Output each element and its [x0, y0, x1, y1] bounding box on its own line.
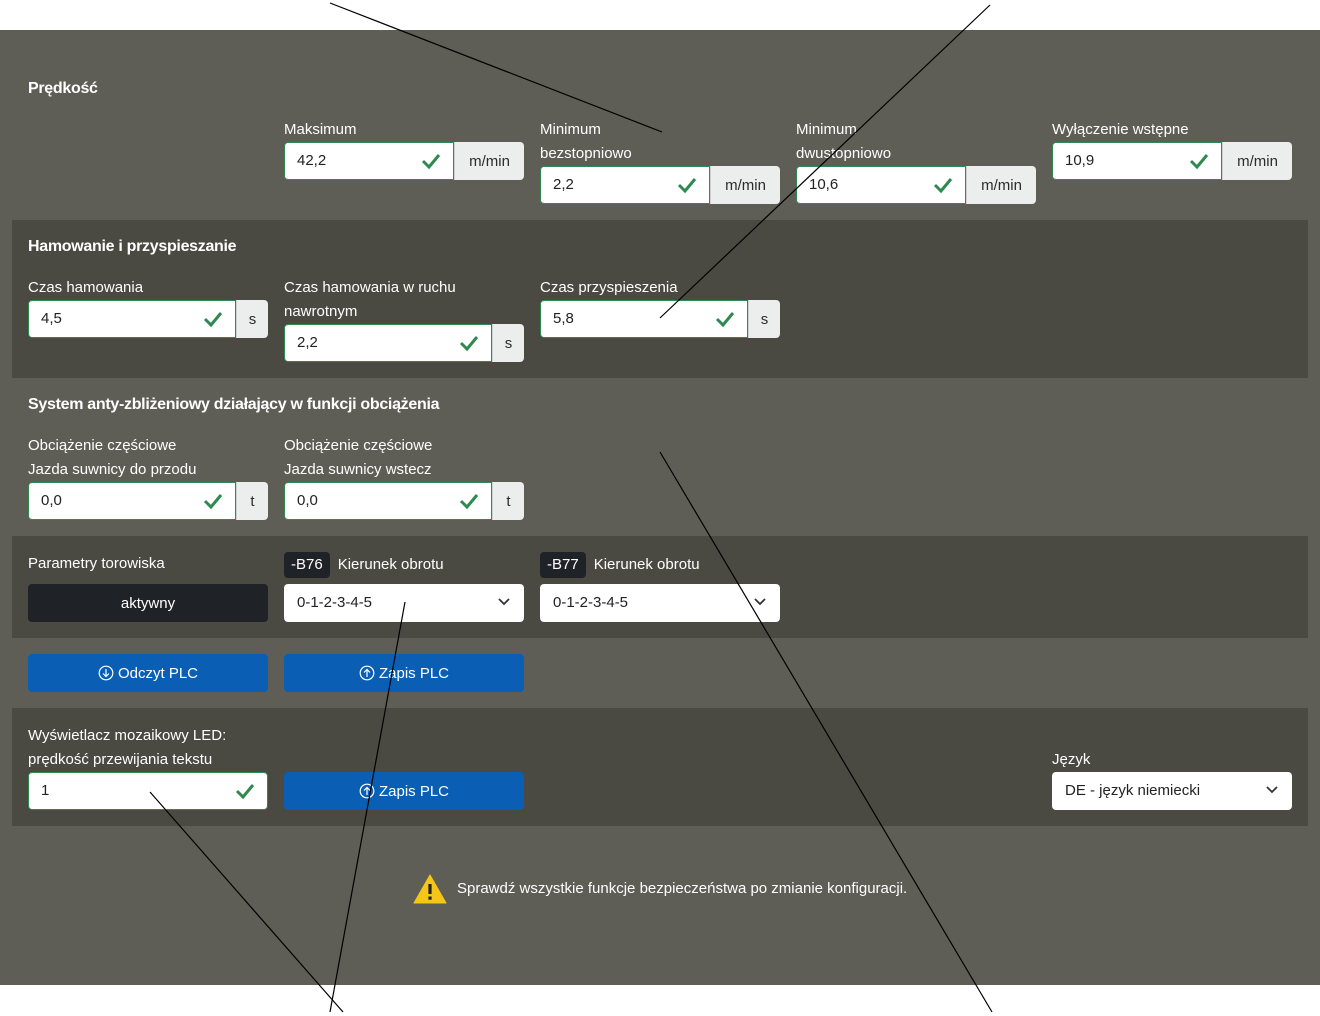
language-label: Język — [1052, 751, 1091, 768]
max-speed-value: 42,2 — [297, 152, 327, 169]
check-icon — [235, 784, 255, 800]
speed-section-title: Prędkość — [28, 80, 98, 97]
check-icon — [203, 312, 223, 328]
led-speed-value: 1 — [41, 782, 50, 799]
pre-shutdown-value: 10,9 — [1065, 152, 1095, 169]
backward-load-value: 0,0 — [297, 492, 318, 509]
check-icon — [459, 494, 479, 510]
min-stepless-label: Minimum bezstopniowo — [540, 121, 632, 162]
min-twostep-value: 10,6 — [809, 176, 839, 193]
backward-load-label: Obciążenie częściowe Jazda suwnicy wstec… — [284, 437, 433, 478]
max-speed-input[interactable]: 42,2 — [284, 142, 454, 180]
configuration-panel: Prędkość Maksimum 42,2 m/min Minimum bez… — [0, 30, 1320, 985]
b77-label: -B77 Kierunek obrotu — [540, 552, 700, 578]
unit-label: s — [236, 300, 268, 338]
chevron-down-icon — [498, 598, 510, 606]
min-twostep-label: Minimum dwustopniowo — [796, 121, 892, 162]
led-plc-write-button[interactable]: Zapis PLC — [284, 772, 524, 810]
plc-write-button[interactable]: Zapis PLC — [284, 654, 524, 692]
max-speed-label: Maksimum — [284, 121, 357, 138]
forward-load-label: Obciążenie częściowe Jazda suwnicy do pr… — [28, 437, 197, 478]
b76-rotation-select[interactable]: 0-1-2-3-4-5 — [284, 584, 524, 622]
track-active-button[interactable]: aktywny — [28, 584, 268, 622]
b77-rotation-select[interactable]: 0-1-2-3-4-5 — [540, 584, 780, 622]
chevron-down-icon — [754, 598, 766, 606]
track-params-label: Parametry torowiska — [28, 555, 165, 572]
unit-label: s — [748, 300, 780, 338]
check-icon — [203, 494, 223, 510]
brake-time-field: 4,5 s — [28, 300, 268, 338]
accel-time-field: 5,8 s — [540, 300, 780, 338]
check-icon — [933, 178, 953, 194]
min-stepless-field: 2,2 m/min — [540, 166, 780, 204]
b76-label: -B76 Kierunek obrotu — [284, 552, 444, 578]
min-twostep-input[interactable]: 10,6 — [796, 166, 966, 204]
led-speed-input[interactable]: 1 — [28, 772, 268, 810]
unit-label: m/min — [966, 166, 1036, 204]
safety-warning-text: Sprawdź wszystkie funkcje bezpieczeństwa… — [457, 880, 908, 897]
b77-tag: -B77 — [540, 552, 586, 578]
led-speed-field: 1 — [28, 772, 268, 810]
unit-label: m/min — [1222, 142, 1292, 180]
pre-shutdown-label: Wyłączenie wstępne — [1052, 121, 1189, 138]
forward-load-input[interactable]: 0,0 — [28, 482, 236, 520]
accel-time-value: 5,8 — [553, 310, 574, 327]
brake-reverse-input[interactable]: 2,2 — [284, 324, 492, 362]
unit-label: t — [236, 482, 268, 520]
braking-section-title: Hamowanie i przyspieszanie — [28, 238, 237, 255]
brake-reverse-label: Czas hamowania w ruchu nawrotnym — [284, 279, 456, 320]
backward-load-input[interactable]: 0,0 — [284, 482, 492, 520]
forward-load-value: 0,0 — [41, 492, 62, 509]
arrow-up-circle-icon — [359, 665, 375, 681]
chevron-down-icon — [1266, 786, 1278, 794]
plc-read-button[interactable]: Odczyt PLC — [28, 654, 268, 692]
b76-tag: -B76 — [284, 552, 330, 578]
min-twostep-field: 10,6 m/min — [796, 166, 1036, 204]
unit-label: t — [492, 482, 524, 520]
led-speed-label: Wyświetlacz mozaikowy LED: prędkość prze… — [28, 727, 227, 768]
brake-time-input[interactable]: 4,5 — [28, 300, 236, 338]
brake-time-value: 4,5 — [41, 310, 62, 327]
min-stepless-input[interactable]: 2,2 — [540, 166, 710, 204]
max-speed-field: 42,2 m/min — [284, 142, 524, 180]
warning-icon — [413, 874, 447, 904]
unit-label: m/min — [454, 142, 524, 180]
unit-label: m/min — [710, 166, 780, 204]
arrow-up-circle-icon — [359, 783, 375, 799]
accel-time-input[interactable]: 5,8 — [540, 300, 748, 338]
check-icon — [1189, 154, 1209, 170]
brake-reverse-field: 2,2 s — [284, 324, 524, 362]
check-icon — [421, 154, 441, 170]
unit-label: s — [492, 324, 524, 362]
check-icon — [459, 336, 479, 352]
min-stepless-value: 2,2 — [553, 176, 574, 193]
language-select[interactable]: DE - język niemiecki — [1052, 772, 1292, 810]
anti-collision-section-title: System anty-zbliżeniowy działający w fun… — [28, 396, 440, 413]
forward-load-field: 0,0 t — [28, 482, 268, 520]
pre-shutdown-input[interactable]: 10,9 — [1052, 142, 1222, 180]
brake-time-label: Czas hamowania — [28, 279, 144, 296]
pre-shutdown-field: 10,9 m/min — [1052, 142, 1292, 180]
brake-reverse-value: 2,2 — [297, 334, 318, 351]
arrow-down-circle-icon — [98, 665, 114, 681]
check-icon — [715, 312, 735, 328]
accel-time-label: Czas przyspieszenia — [540, 279, 678, 296]
backward-load-field: 0,0 t — [284, 482, 524, 520]
check-icon — [677, 178, 697, 194]
